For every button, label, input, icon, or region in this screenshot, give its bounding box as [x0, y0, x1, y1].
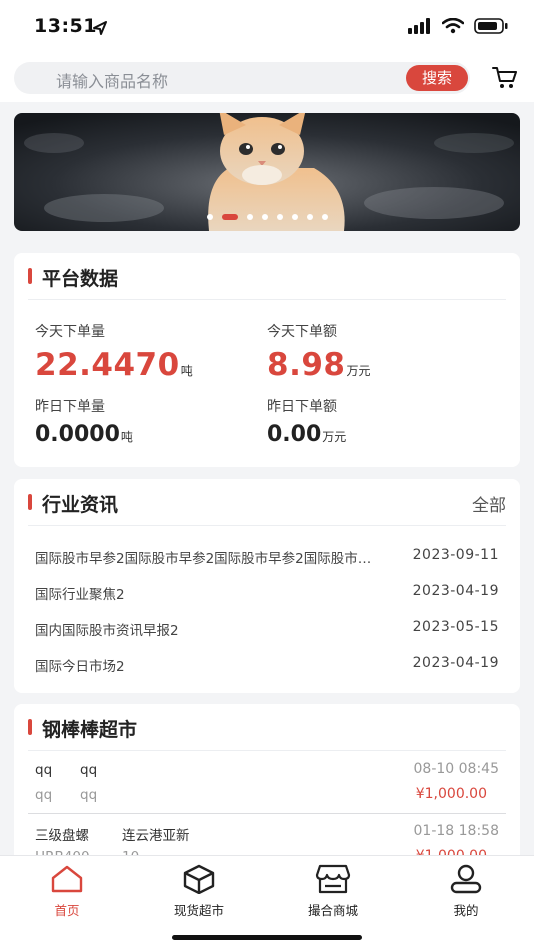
news-item-title: 国际今日市场2: [35, 659, 125, 675]
platform-data-title: 平台数据: [42, 268, 119, 290]
card-header: 行业资讯 全部: [28, 479, 506, 526]
news-item-date: 2023-09-11: [412, 547, 499, 563]
news-item-title: 国内国际股市资讯早报2: [35, 623, 179, 639]
card-header: 钢棒棒超市: [28, 704, 506, 751]
market-title: 钢棒棒超市: [42, 719, 138, 741]
carousel-dot[interactable]: [276, 214, 283, 220]
platform-data-card: 平台数据 今天下单量 22.4470吨 今天下单额 8.98万元 昨日下单量 0…: [14, 253, 520, 467]
yday-amt-label: 昨日下单额: [267, 399, 337, 415]
carousel-dots: [14, 214, 520, 220]
search-input[interactable]: 请输入商品名称 搜索: [14, 62, 470, 94]
card-header: 平台数据: [28, 253, 506, 300]
yday-amt-stat: 昨日下单额 0.00万元: [267, 396, 346, 447]
news-view-all-link[interactable]: 全部: [472, 491, 506, 516]
search-placeholder: 请输入商品名称: [56, 72, 169, 91]
carousel-dot[interactable]: [321, 214, 328, 220]
product-spec: qq: [35, 787, 53, 803]
news-item-date: 2023-04-19: [412, 655, 499, 671]
search-row: 请输入商品名称 搜索: [0, 56, 534, 102]
wifi-icon: [442, 18, 464, 34]
product-time: 08-10 08:45: [413, 761, 499, 777]
yday-qty-stat: 昨日下单量 0.0000吨: [35, 396, 133, 447]
product-origin: qq: [80, 762, 98, 778]
status-bar: 13:51: [0, 0, 534, 56]
box-icon: [183, 864, 215, 895]
title-accent-bar: [28, 494, 32, 510]
news-item[interactable]: 国际今日市场2 2023-04-19: [35, 655, 499, 675]
product-price: ¥1,000.00: [415, 786, 487, 802]
battery-icon: [474, 18, 508, 34]
user-icon: [450, 864, 482, 894]
tab-mine-label: 我的: [453, 903, 479, 918]
product-name: 三级盘螺: [35, 828, 89, 844]
news-item-date: 2023-04-19: [412, 583, 499, 599]
product-time: 01-18 18:58: [413, 823, 499, 839]
carousel-dot[interactable]: [206, 214, 213, 220]
carousel-dot-active[interactable]: [221, 214, 238, 220]
today-qty-unit: 吨: [180, 364, 193, 378]
today-qty-value: 22.4470: [35, 347, 180, 383]
yday-qty-label: 昨日下单量: [35, 399, 105, 415]
search-button[interactable]: 搜索: [406, 65, 468, 91]
product-name: qq: [35, 762, 53, 778]
today-qty-stat: 今天下单量 22.4470吨: [35, 321, 193, 383]
tab-match-mall[interactable]: 撮合商城: [288, 864, 378, 919]
carousel-dot[interactable]: [291, 214, 298, 220]
carousel-dot[interactable]: [306, 214, 313, 220]
home-icon: [51, 865, 83, 893]
status-time: 13:51: [34, 15, 97, 37]
today-amt-label: 今天下单额: [267, 324, 337, 340]
news-item[interactable]: 国际股市早参2国际股市早参2国际股市早参2国际股市早参2 2023-09-11: [35, 547, 499, 567]
news-item[interactable]: 国际行业聚焦2 2023-04-19: [35, 583, 499, 603]
news-item-title: 国际股市早参2国际股市早参2国际股市早参2国际股市早参2: [35, 551, 380, 567]
yday-qty-unit: 吨: [120, 430, 133, 444]
location-arrow-icon: [93, 21, 107, 35]
tab-mine[interactable]: 我的: [421, 864, 511, 919]
cart-icon[interactable]: [492, 66, 518, 90]
carousel-dot[interactable]: [246, 214, 253, 220]
industry-news-card: 行业资讯 全部 国际股市早参2国际股市早参2国际股市早参2国际股市早参2 202…: [14, 479, 520, 693]
today-qty-label: 今天下单量: [35, 324, 105, 340]
product-origin: 连云港亚新: [122, 828, 190, 844]
tab-home[interactable]: 首页: [22, 864, 112, 919]
tab-home-label: 首页: [54, 903, 80, 918]
carousel-dot[interactable]: [261, 214, 268, 220]
tab-spot-market[interactable]: 现货超市: [154, 864, 244, 919]
news-item-date: 2023-05-15: [412, 619, 499, 635]
banner-carousel[interactable]: [14, 113, 520, 231]
title-accent-bar: [28, 719, 32, 735]
news-item[interactable]: 国内国际股市资讯早报2 2023-05-15: [35, 619, 499, 639]
tab-spot-market-label: 现货超市: [173, 903, 224, 918]
today-amt-value: 8.98: [267, 347, 346, 383]
product-item[interactable]: qq qq 08-10 08:45 qq qq ¥1,000.00: [14, 752, 520, 814]
news-item-title: 国际行业聚焦2: [35, 587, 125, 603]
title-accent-bar: [28, 268, 32, 284]
yday-amt-unit: 万元: [322, 430, 347, 444]
today-amt-unit: 万元: [346, 364, 371, 378]
signal-icon: [408, 18, 430, 34]
yday-qty-value: 0.0000: [35, 422, 120, 447]
tab-match-mall-label: 撮合商城: [307, 903, 358, 918]
industry-news-title: 行业资讯: [42, 494, 119, 516]
yday-amt-value: 0.00: [267, 422, 322, 447]
today-amt-stat: 今天下单额 8.98万元: [267, 321, 371, 383]
product-spec2: qq: [80, 787, 98, 803]
home-indicator: [172, 935, 362, 940]
store-icon: [315, 864, 351, 894]
